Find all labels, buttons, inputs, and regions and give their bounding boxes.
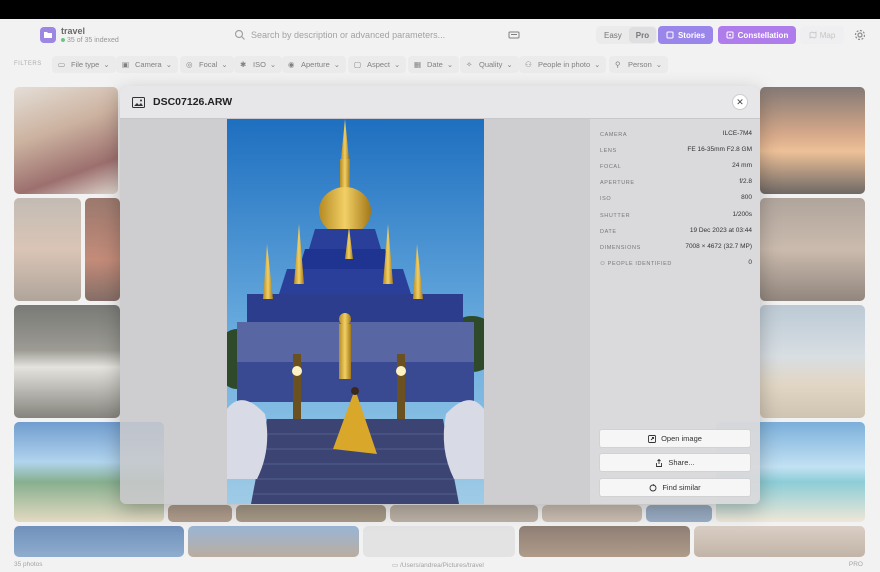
people-icon: ⚇	[600, 261, 608, 267]
share-label: Share...	[668, 458, 695, 467]
close-icon: ✕	[736, 97, 744, 107]
photo-preview[interactable]	[227, 119, 484, 504]
meta-key: ⚇ PEOPLE IDENTIFIED	[600, 261, 672, 267]
meta-shutter: SHUTTER 1/200s	[600, 210, 752, 222]
meta-key: FOCAL	[600, 164, 622, 170]
meta-key: ISO	[600, 196, 612, 202]
modal-header: DSC07126.ARW ✕	[120, 86, 760, 119]
meta-key: APERTURE	[600, 180, 635, 186]
meta-value: f/2.8	[739, 178, 752, 185]
share-icon	[656, 458, 663, 467]
meta-value: 19 Dec 2023 at 03:44	[689, 227, 752, 234]
modal-filename: DSC07126.ARW	[153, 96, 233, 108]
meta-value: ILCE-7M4	[722, 130, 752, 137]
meta-dimensions: DIMENSIONS 7008 × 4672 (32.7 MP)	[600, 242, 752, 254]
meta-key-text: PEOPLE IDENTIFIED	[607, 261, 672, 267]
meta-key: DIMENSIONS	[600, 245, 641, 251]
meta-key: LENS	[600, 148, 617, 154]
meta-value: 0	[748, 259, 752, 266]
meta-value: 800	[741, 194, 752, 201]
meta-value: 24 mm	[732, 162, 752, 169]
meta-key: CAMERA	[600, 132, 628, 138]
meta-iso: ISO 800	[600, 193, 752, 205]
open-image-button[interactable]: Open image	[599, 429, 751, 448]
refresh-icon	[649, 483, 657, 491]
close-button[interactable]: ✕	[732, 94, 748, 110]
find-similar-button[interactable]: Find similar	[599, 478, 751, 497]
meta-focal: FOCAL 24 mm	[600, 161, 752, 173]
meta-value: FE 16-35mm F2.8 GM	[687, 146, 752, 153]
meta-date: DATE 19 Dec 2023 at 03:44	[600, 226, 752, 238]
meta-key: DATE	[600, 229, 617, 235]
open-external-icon	[648, 434, 657, 443]
meta-people-identified: ⚇ PEOPLE IDENTIFIED 0	[600, 258, 752, 270]
image-icon	[132, 97, 145, 108]
meta-camera: CAMERA ILCE-7M4	[600, 129, 752, 141]
metadata-panel: CAMERA ILCE-7M4 LENS FE 16-35mm F2.8 GM FO…	[590, 119, 760, 504]
meta-value: 1/200s	[732, 211, 752, 218]
photo-detail-modal: DSC07126.ARW ✕ CAMERA ILCE-7M4 LENS FE 1…	[120, 86, 760, 504]
meta-lens: LENS FE 16-35mm F2.8 GM	[600, 145, 752, 157]
meta-aperture: APERTURE f/2.8	[600, 177, 752, 189]
share-button[interactable]: Share...	[599, 453, 751, 472]
meta-key: SHUTTER	[600, 213, 631, 219]
find-similar-label: Find similar	[662, 483, 701, 492]
open-image-label: Open image	[661, 434, 702, 443]
meta-value: 7008 × 4672 (32.7 MP)	[685, 243, 752, 250]
